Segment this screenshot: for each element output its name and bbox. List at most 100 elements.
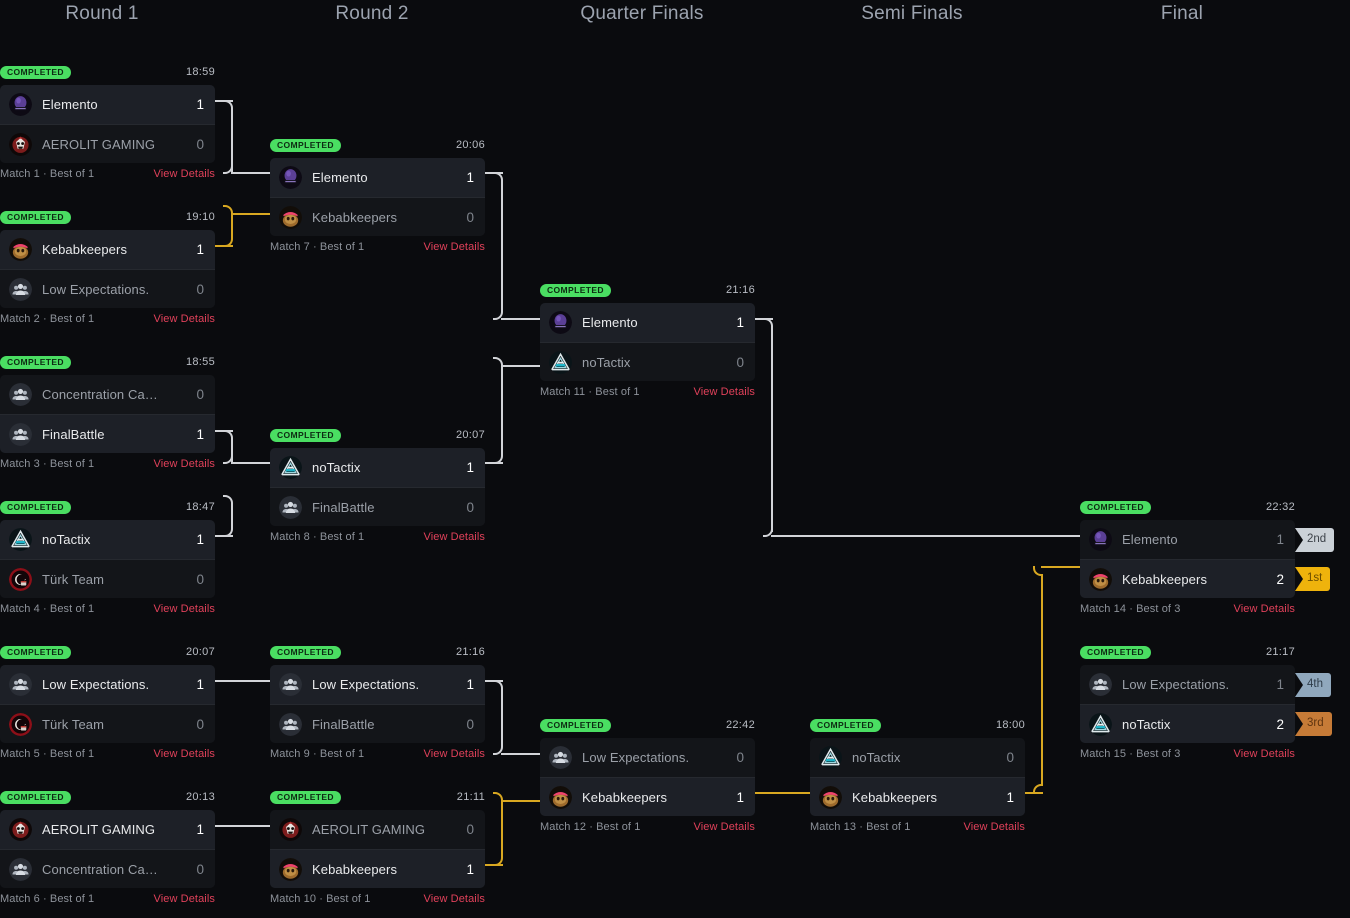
- match-card[interactable]: COMPLETED 20:07 noTactix 1 FinalBattle 0 Match…: [270, 427, 485, 543]
- match-teams[interactable]: noTactix 0 Kebabkeepers 1: [810, 738, 1025, 816]
- team-logo-icon: [279, 495, 302, 519]
- team-row[interactable]: Low Expectations. 0: [0, 269, 215, 308]
- match-time: 21:17: [1265, 646, 1295, 658]
- match-teams[interactable]: Low Expectations. 1 noTactix 2: [1080, 665, 1295, 743]
- match-teams[interactable]: Elemento 1 Kebabkeepers 0: [270, 158, 485, 236]
- match-teams[interactable]: AEROLIT GAMING 1 Concentration Ca… 0: [0, 810, 215, 888]
- match-card[interactable]: COMPLETED 18:00 noTactix 0 Kebabkeepers 1 Matc…: [810, 717, 1025, 833]
- team-row[interactable]: Elemento 1: [0, 85, 215, 124]
- match-teams[interactable]: noTactix 1 Türk Team 0: [0, 520, 215, 598]
- match-teams[interactable]: Kebabkeepers 1 Low Expectations. 0: [0, 230, 215, 308]
- match-card[interactable]: COMPLETED 21:16 Low Expectations. 1 FinalBat…: [270, 644, 485, 760]
- team-row[interactable]: Kebabkeepers 2: [1080, 559, 1295, 598]
- team-row[interactable]: Elemento 1: [540, 303, 755, 342]
- team-row[interactable]: AEROLIT GAMING 1: [0, 810, 215, 849]
- match-card[interactable]: COMPLETED 18:55 Concentration Ca… 0 FinalBat…: [0, 354, 215, 470]
- match-teams[interactable]: Low Expectations. 1 FinalBattle 0: [270, 665, 485, 743]
- team-score: 1: [1006, 789, 1014, 805]
- team-row[interactable]: Kebabkeepers 0: [270, 197, 485, 236]
- team-row[interactable]: Low Expectations. 1: [270, 665, 485, 704]
- team-row[interactable]: AEROLIT GAMING 0: [0, 124, 215, 163]
- team-row[interactable]: FinalBattle 1: [0, 414, 215, 453]
- team-row[interactable]: Low Expectations. 1: [1080, 665, 1295, 704]
- match-card[interactable]: COMPLETED 19:10 Kebabkeepers 1 Low Expectati…: [0, 209, 215, 325]
- match-header: COMPLETED 22:42: [540, 717, 755, 733]
- view-details-link[interactable]: View Details: [423, 748, 485, 760]
- match-card[interactable]: COMPLETED 20:13 AEROLIT GAMING 1 Concentrati…: [0, 789, 215, 905]
- view-details-link[interactable]: View Details: [423, 893, 485, 905]
- team-name: Kebabkeepers: [582, 789, 668, 805]
- team-row[interactable]: FinalBattle 0: [270, 487, 485, 526]
- match-header: COMPLETED 20:07: [0, 644, 215, 660]
- match-teams[interactable]: noTactix 1 FinalBattle 0: [270, 448, 485, 526]
- view-details-link[interactable]: View Details: [153, 893, 215, 905]
- team-row[interactable]: Kebabkeepers 1: [270, 849, 485, 888]
- team-row[interactable]: Low Expectations. 1: [0, 665, 215, 704]
- team-logo-icon: [1089, 712, 1112, 736]
- view-details-link[interactable]: View Details: [423, 241, 485, 253]
- view-details-link[interactable]: View Details: [963, 821, 1025, 833]
- team-row[interactable]: Elemento 1: [1080, 520, 1295, 559]
- team-row[interactable]: Kebabkeepers 1: [0, 230, 215, 269]
- match-teams[interactable]: Concentration Ca… 0 FinalBattle 1: [0, 375, 215, 453]
- placement-badge: 1st: [1295, 567, 1331, 591]
- view-details-link[interactable]: View Details: [153, 603, 215, 615]
- view-details-link[interactable]: View Details: [693, 821, 755, 833]
- view-details-link[interactable]: View Details: [153, 313, 215, 325]
- view-details-link[interactable]: View Details: [693, 386, 755, 398]
- team-row[interactable]: noTactix 1: [0, 520, 215, 559]
- match-footer: Match 5 · Best of 1 View Details: [0, 748, 215, 760]
- view-details-link[interactable]: View Details: [153, 458, 215, 470]
- team-score: 2: [1276, 571, 1284, 587]
- team-row[interactable]: Kebabkeepers 1: [540, 777, 755, 816]
- status-badge: COMPLETED: [0, 790, 71, 804]
- match-card[interactable]: COMPLETED 20:06 Elemento 1 Kebabkeepers 0 Matc…: [270, 137, 485, 253]
- team-row[interactable]: Türk Team 0: [0, 704, 215, 743]
- team-row[interactable]: Low Expectations. 0: [540, 738, 755, 777]
- match-header: COMPLETED 21:17: [1080, 644, 1295, 660]
- team-score: 1: [196, 426, 204, 442]
- view-details-link[interactable]: View Details: [153, 748, 215, 760]
- match-teams[interactable]: Elemento 1 Kebabkeepers 2: [1080, 520, 1295, 598]
- view-details-link[interactable]: View Details: [153, 168, 215, 180]
- match-card[interactable]: COMPLETED 22:42 Low Expectations. 0 Kebabkee…: [540, 717, 755, 833]
- match-teams[interactable]: Elemento 1 AEROLIT GAMING 0: [0, 85, 215, 163]
- match-card[interactable]: COMPLETED 18:47 noTactix 1 Türk Team 0 Match 4…: [0, 499, 215, 615]
- team-name: Low Expectations.: [42, 281, 150, 297]
- match-card[interactable]: COMPLETED 21:16 Elemento 1 noTactix 0 Match 11…: [540, 282, 755, 398]
- match-card[interactable]: COMPLETED 20:07 Low Expectations. 1 Türk Tea…: [0, 644, 215, 760]
- match-time: 21:16: [455, 646, 485, 658]
- match-card[interactable]: COMPLETED 22:32 2nd 1st Elemento 1 Kebabkeeper…: [1080, 499, 1335, 615]
- bracket-connector: [501, 688, 503, 745]
- match-card[interactable]: COMPLETED 21:17 4th 3rd Low Expectations. 1 no…: [1080, 644, 1332, 760]
- status-badge: COMPLETED: [0, 645, 71, 659]
- team-row[interactable]: Elemento 1: [270, 158, 485, 197]
- team-row[interactable]: Türk Team 0: [0, 559, 215, 598]
- match-teams[interactable]: AEROLIT GAMING 0 Kebabkeepers 1: [270, 810, 485, 888]
- team-row[interactable]: noTactix 0: [540, 342, 755, 381]
- team-row[interactable]: noTactix 2: [1080, 704, 1295, 743]
- team-row[interactable]: Kebabkeepers 1: [810, 777, 1025, 816]
- view-details-link[interactable]: View Details: [423, 531, 485, 543]
- match-time: 19:10: [185, 211, 215, 223]
- match-teams[interactable]: Low Expectations. 0 Kebabkeepers 1: [540, 738, 755, 816]
- match-time: 18:00: [995, 719, 1025, 731]
- bracket-connector: [501, 800, 540, 802]
- match-teams[interactable]: Low Expectations. 1 Türk Team 0: [0, 665, 215, 743]
- match-label: Match 8 · Best of 1: [270, 531, 365, 543]
- match-card[interactable]: COMPLETED 18:59 Elemento 1 AEROLIT GAMING 0 Ma…: [0, 64, 215, 180]
- team-row[interactable]: Concentration Ca… 0: [0, 849, 215, 888]
- view-details-link[interactable]: View Details: [1233, 748, 1295, 760]
- match-teams[interactable]: Elemento 1 noTactix 0: [540, 303, 755, 381]
- round-header-1: Round 1: [65, 3, 139, 24]
- match-card[interactable]: COMPLETED 21:11 AEROLIT GAMING 0 Kebabkeeper…: [270, 789, 485, 905]
- status-badge: COMPLETED: [540, 283, 611, 297]
- team-row[interactable]: FinalBattle 0: [270, 704, 485, 743]
- team-row[interactable]: Concentration Ca… 0: [0, 375, 215, 414]
- team-name: FinalBattle: [312, 499, 375, 515]
- team-row[interactable]: AEROLIT GAMING 0: [270, 810, 485, 849]
- team-row[interactable]: noTactix 0: [810, 738, 1025, 777]
- team-row[interactable]: noTactix 1: [270, 448, 485, 487]
- team-name: noTactix: [42, 532, 91, 547]
- view-details-link[interactable]: View Details: [1233, 603, 1295, 615]
